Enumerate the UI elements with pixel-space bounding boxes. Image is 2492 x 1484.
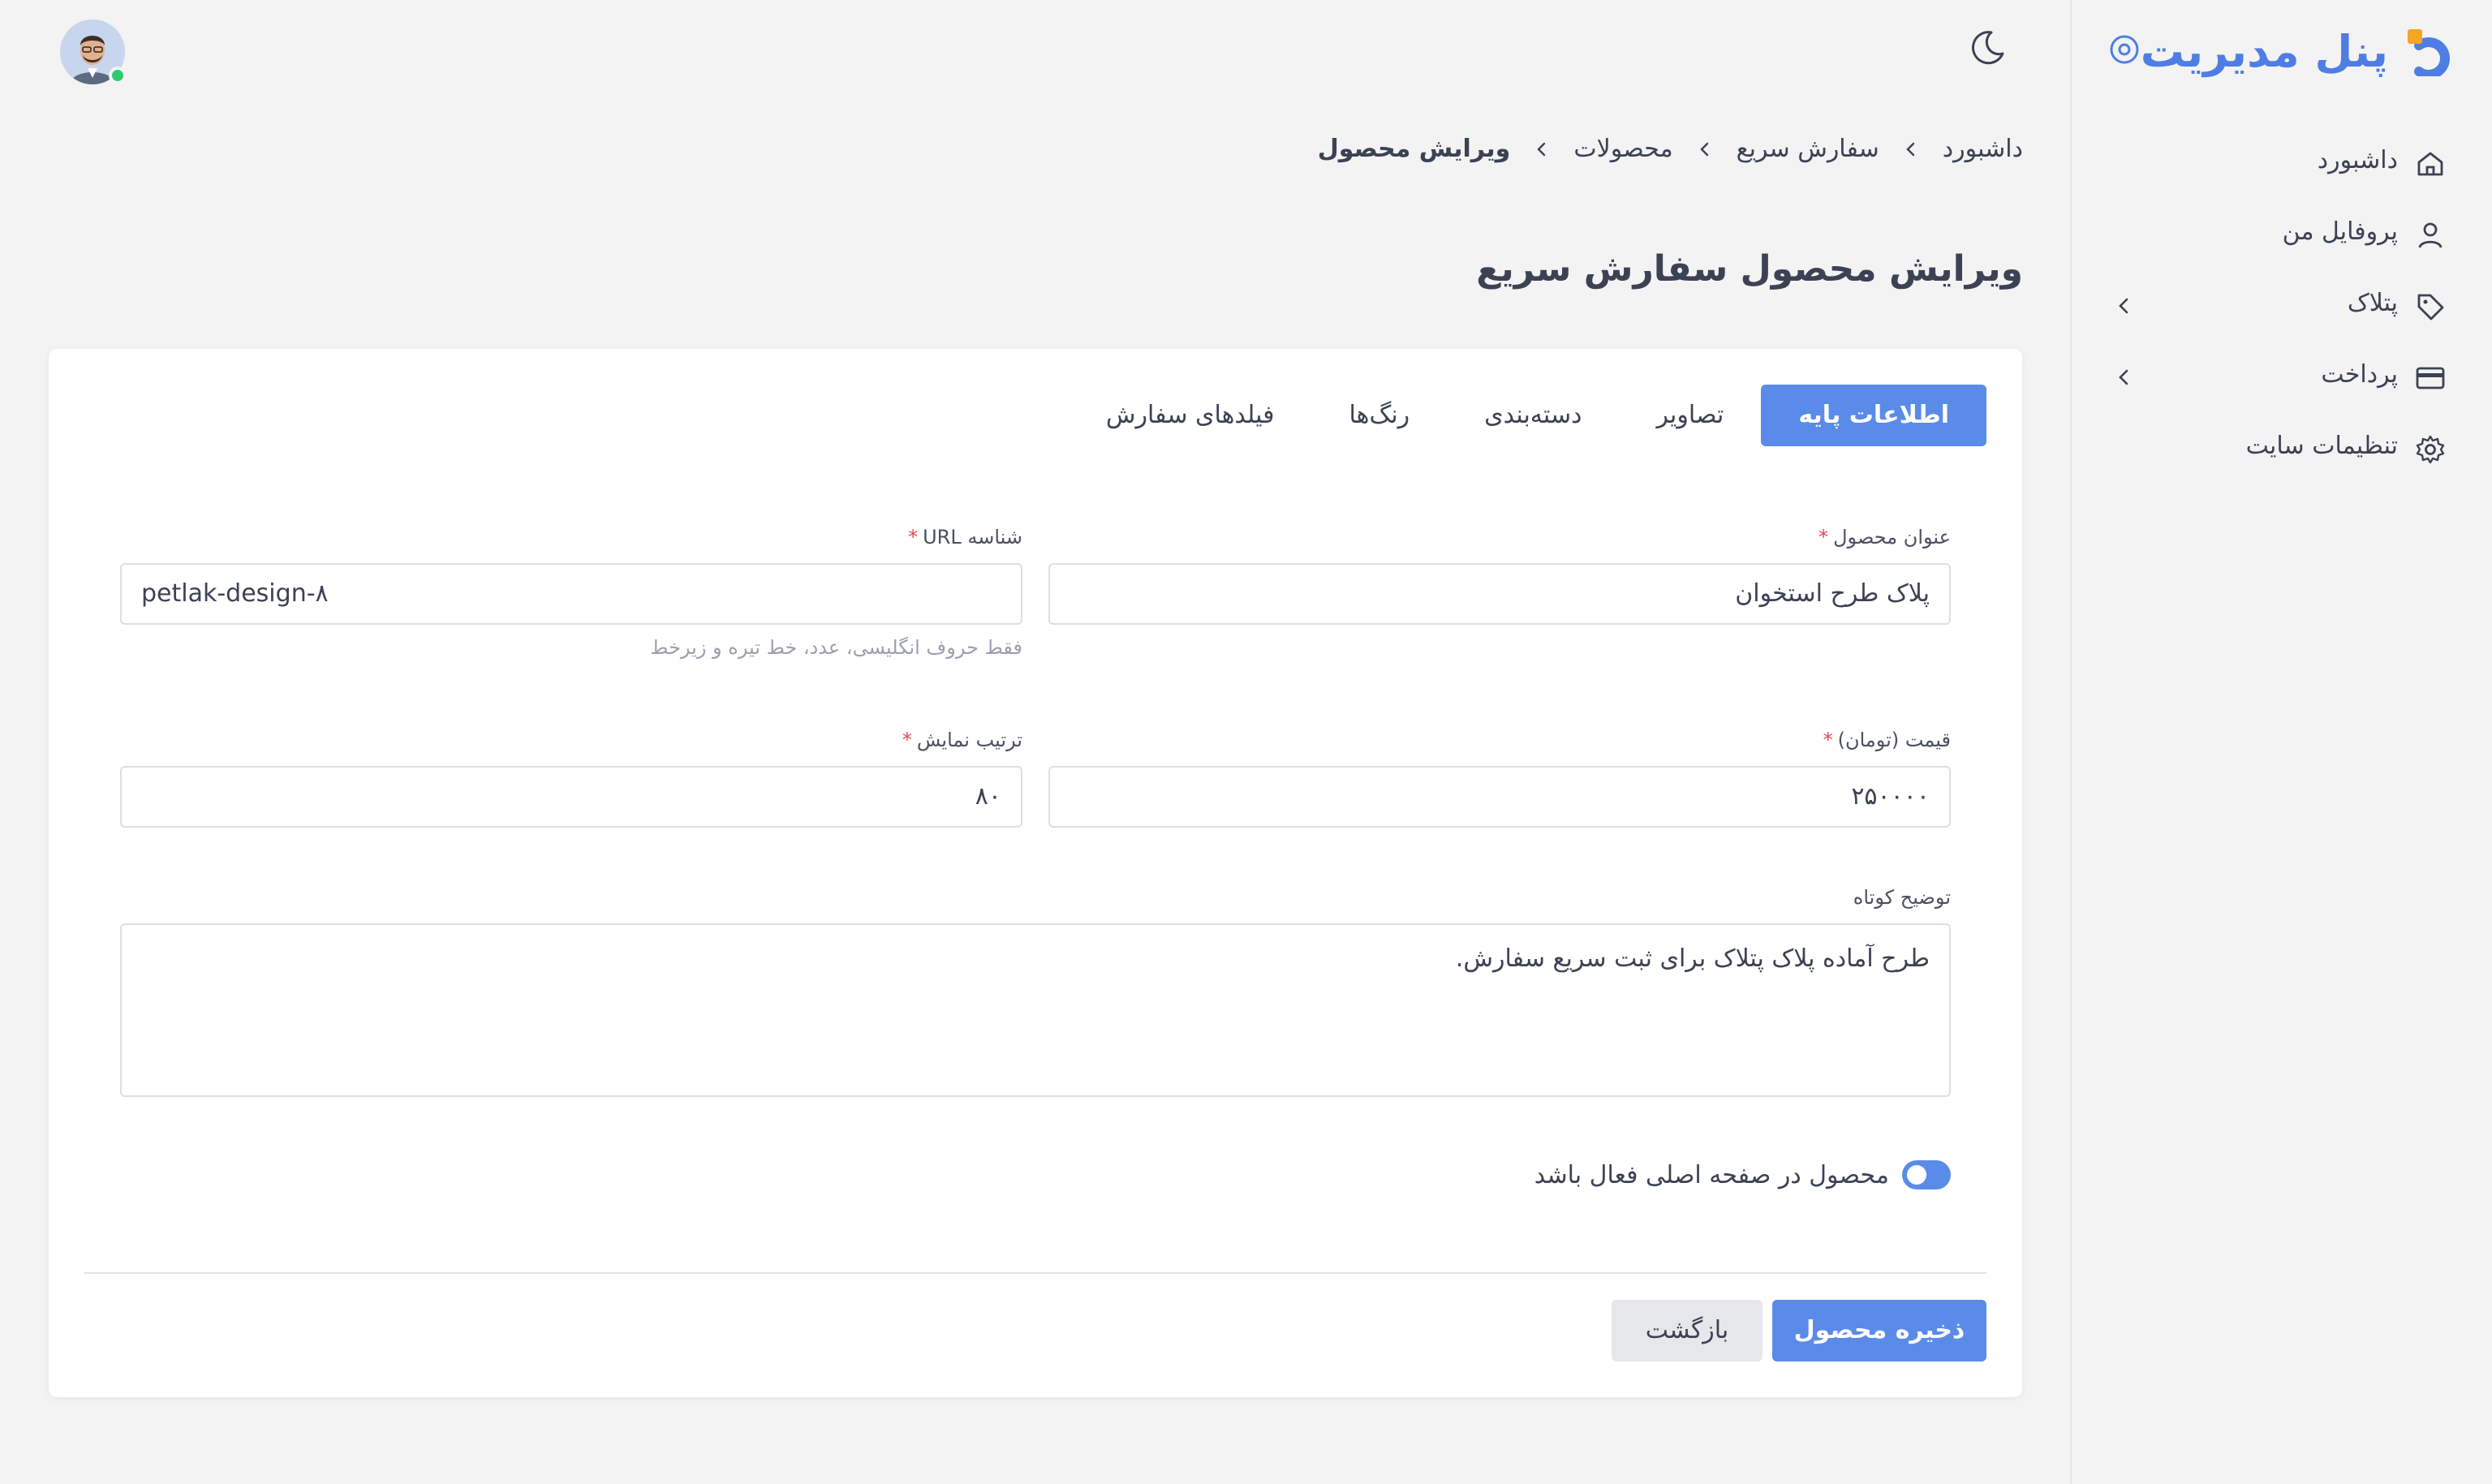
required-mark: * [1818, 526, 1829, 548]
brand: پنل مدیریت [2107, 23, 2453, 80]
sort-order-input[interactable]: ۸۰ [120, 766, 1022, 828]
breadcrumb-item-current: ویرایش محصول [1317, 135, 1511, 163]
sidebar-nav: داشبورد پروفایل من پتلاک پرداخت تنظیمات … [2114, 130, 2447, 487]
sidebar: پنل مدیریت داشبورد پروفایل من پتلاک پردا… [2070, 0, 2492, 1484]
tabs: اطلاعات پایه تصاویر دسته‌بندی رنگ‌ها فیل… [1069, 385, 1986, 446]
product-title-input[interactable]: پلاک طرح استخوان [1048, 563, 1951, 625]
brand-title[interactable]: پنل مدیریت [2141, 26, 2388, 77]
product-title-label-text: عنوان محصول [1833, 526, 1951, 548]
short-description-textarea[interactable]: طرح آماده پلاک پتلاک برای ثبت سریع سفارش… [120, 923, 1951, 1097]
user-icon [2418, 222, 2443, 248]
sidebar-item-label: پتلاک [2347, 289, 2398, 317]
divider [84, 1272, 1986, 1274]
product-title-label: عنوان محصول* [1818, 526, 1951, 548]
breadcrumb-item-dashboard[interactable]: داشبورد [1943, 135, 2023, 163]
homepage-active-toggle[interactable] [1902, 1160, 1951, 1189]
sidebar-item-profile[interactable]: پروفایل من [2114, 201, 2447, 273]
online-status-dot [109, 67, 127, 84]
back-button[interactable]: بازگشت [1612, 1300, 1762, 1361]
pin-icon[interactable] [2107, 32, 2141, 67]
breadcrumb-item-quick-order[interactable]: سفارش سریع [1737, 135, 1879, 163]
homepage-active-label[interactable]: محصول در صفحه اصلی فعال باشد [1534, 1161, 1889, 1189]
price-label: قیمت (تومان)* [1823, 729, 1951, 751]
sidebar-item-label: تنظیمات سایت [2245, 432, 2398, 460]
page-title: ویرایش محصول سفارش سریع [1476, 248, 2023, 290]
sort-order-label-text: ترتیب نمایش [916, 729, 1022, 751]
price-label-text: قیمت (تومان) [1837, 729, 1951, 751]
tab-basic-info[interactable]: اطلاعات پایه [1761, 385, 1986, 446]
sidebar-item-petlak[interactable]: پتلاک [2114, 273, 2447, 344]
product-edit-card: اطلاعات پایه تصاویر دسته‌بندی رنگ‌ها فیل… [49, 349, 2022, 1397]
tag-icon [2417, 294, 2444, 320]
moon-icon[interactable] [1967, 28, 2008, 68]
required-mark: * [908, 526, 919, 548]
url-slug-label: شناسه URL* [908, 526, 1022, 548]
sidebar-item-payment[interactable]: پرداخت [2114, 344, 2447, 415]
sidebar-item-label: پرداخت [2321, 360, 2398, 389]
short-description-label: توضیح کوتاه [1853, 886, 1951, 909]
sidebar-item-site-settings[interactable]: تنظیمات سایت [2114, 415, 2447, 487]
save-product-button[interactable]: ذخیره محصول [1772, 1300, 1986, 1361]
breadcrumb-item-products[interactable]: محصولات [1573, 135, 1672, 163]
tab-order-fields[interactable]: فیلدهای سفارش [1069, 385, 1312, 446]
tab-category[interactable]: دسته‌بندی [1447, 385, 1619, 446]
chevron-left-icon [1537, 142, 1546, 156]
url-slug-hint: فقط حروف انگلیسی، عدد، خط تیره و زیرخط [650, 636, 1022, 659]
required-mark: * [1823, 729, 1833, 751]
url-slug-label-text: شناسه URL [923, 526, 1022, 548]
breadcrumb: داشبورد سفارش سریع محصولات ویرایش محصول [1318, 135, 2023, 163]
brand-logo-icon [2408, 29, 2450, 76]
chevron-left-icon [1699, 142, 1708, 156]
toggle-knob [1907, 1165, 1926, 1185]
url-slug-input[interactable]: petlak-design-۸ [120, 563, 1022, 625]
app-root: پنل مدیریت داشبورد پروفایل من پتلاک پردا… [0, 0, 2492, 1484]
tab-images[interactable]: تصاویر [1619, 385, 1761, 446]
avatar[interactable] [60, 19, 127, 84]
home-icon [2417, 152, 2443, 176]
sidebar-item-label: پروفایل من [2282, 217, 2398, 246]
price-input[interactable]: ۲۵۰۰۰۰ [1048, 766, 1951, 828]
chevron-left-icon [1906, 142, 1914, 156]
required-mark: * [902, 729, 912, 751]
credit-card-icon [2416, 367, 2445, 389]
gear-icon [2416, 435, 2445, 464]
sidebar-item-label: داشبورد [2317, 146, 2398, 174]
sidebar-item-dashboard[interactable]: داشبورد [2114, 130, 2447, 201]
sort-order-label: ترتیب نمایش* [902, 729, 1022, 751]
chevron-left-icon[interactable] [2114, 367, 2135, 388]
tab-colors[interactable]: رنگ‌ها [1312, 385, 1448, 446]
chevron-left-icon[interactable] [2114, 295, 2135, 316]
homepage-active-row: محصول در صفحه اصلی فعال باشد [1534, 1160, 1951, 1189]
